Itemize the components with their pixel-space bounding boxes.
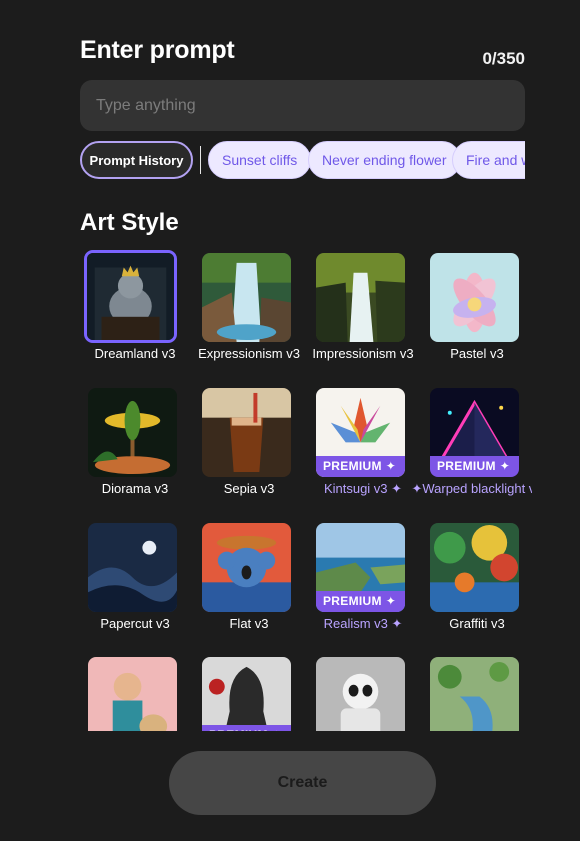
sparkle-icon: ✦: [272, 728, 282, 731]
forest-waterfall-image: [316, 253, 405, 342]
miniature-river-image: [430, 657, 519, 731]
prompt-input[interactable]: [80, 80, 525, 131]
reaper-sketch-image: [202, 657, 291, 731]
prompt-title: Enter prompt: [80, 36, 235, 64]
style-thumbnail: [88, 657, 177, 731]
style-thumbnail: [202, 388, 291, 477]
style-label: ✦Warped blacklight v3: [411, 481, 532, 496]
style-thumbnail: [84, 250, 177, 343]
style-thumbnail: PREMIUM✦: [430, 388, 519, 477]
style-thumbnail: [88, 388, 177, 477]
premium-badge: PREMIUM✦: [430, 456, 519, 477]
palm-tree-image: [88, 388, 177, 477]
art-style-title: Art Style: [80, 209, 179, 236]
premium-badge: PREMIUM✦: [316, 591, 405, 612]
sparkle-icon: ✦: [385, 594, 397, 608]
koala-cowboy-image: [202, 523, 291, 612]
cat-on-throne-image: [87, 253, 174, 340]
style-label: Pastel v3: [450, 346, 504, 361]
style-label: Graffiti v3: [449, 616, 505, 631]
style-thumbnail: [430, 523, 519, 612]
chips-divider: [200, 146, 201, 174]
style-thumbnail: PREMIUM✦: [202, 657, 291, 731]
sparkle-icon: ✦: [385, 459, 397, 473]
art-style-grid[interactable]: Dreamland v3 Expressionism v3 Impression…: [78, 245, 532, 731]
style-thumbnail: [202, 253, 291, 342]
suggestion-chip[interactable]: Sunset cliffs: [208, 141, 312, 179]
style-thumbnail: [88, 523, 177, 612]
prompt-chips-row: Prompt History Sunset cliffs Never endin…: [80, 141, 525, 179]
waterfall-image: [202, 253, 291, 342]
style-thumbnail: PREMIUM✦: [316, 388, 405, 477]
style-thumbnail: [316, 253, 405, 342]
style-thumbnail: [316, 657, 405, 731]
premium-badge: PREMIUM✦: [316, 456, 405, 477]
prompt-history-button[interactable]: Prompt History: [80, 141, 193, 179]
suggestion-chip[interactable]: Fire and w: [452, 141, 525, 179]
lotus-flower-image: [430, 253, 519, 342]
style-thumbnail: PREMIUM✦: [316, 523, 405, 612]
iced-coffee-image: [202, 388, 291, 477]
cartoon-man-dog-image: [88, 657, 177, 731]
style-thumbnail: [202, 523, 291, 612]
papercut-night-image: [88, 523, 177, 612]
style-thumbnail: [430, 657, 519, 731]
sparkle-icon: ✦: [499, 459, 511, 473]
suggestion-chip[interactable]: Never ending flower: [308, 141, 461, 179]
premium-badge: PREMIUM✦: [202, 725, 291, 731]
create-button[interactable]: Create: [169, 751, 436, 815]
robot-panda-image: [316, 657, 405, 731]
character-counter: 0/350: [482, 49, 525, 68]
graffiti-forest-image: [430, 523, 519, 612]
style-thumbnail: [430, 253, 519, 342]
